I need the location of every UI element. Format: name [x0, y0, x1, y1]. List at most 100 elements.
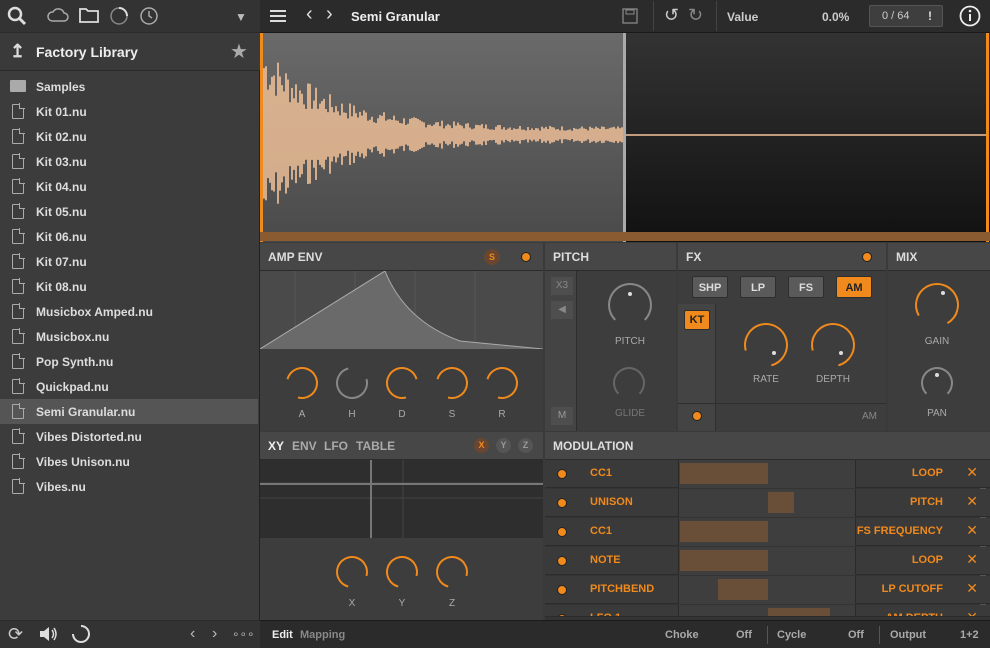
- list-item[interactable]: Quickpad.nu: [0, 374, 258, 399]
- reverse-button[interactable]: ◀: [551, 301, 573, 319]
- back-arrow-icon[interactable]: ↥: [10, 41, 25, 62]
- loop-end-marker[interactable]: [623, 33, 626, 242]
- modulation-row[interactable]: LFO 1 AM DEPTH ✕: [545, 605, 990, 617]
- prev-preset-icon[interactable]: ‹: [306, 3, 313, 26]
- list-item[interactable]: Vibes.nu: [0, 474, 258, 499]
- mod-source[interactable]: PITCHBEND: [590, 583, 654, 595]
- mod-amount-bar[interactable]: [718, 579, 768, 600]
- xy-tab-env[interactable]: ENV: [292, 439, 317, 453]
- pan-knob[interactable]: [921, 367, 953, 399]
- glide-knob[interactable]: [613, 367, 645, 399]
- m-button[interactable]: M: [551, 407, 573, 425]
- mod-source[interactable]: CC1: [590, 525, 612, 537]
- mod-target[interactable]: FS FREQUENCY: [857, 525, 943, 537]
- fx-button-am[interactable]: AM: [836, 276, 872, 298]
- mod-source[interactable]: LFO 1: [590, 612, 621, 616]
- next-icon[interactable]: ›: [212, 625, 217, 643]
- mapping-tab[interactable]: Mapping: [300, 629, 345, 641]
- amp-knob-s[interactable]: [430, 361, 474, 405]
- list-item[interactable]: Pop Synth.nu: [0, 349, 258, 374]
- mod-amount-bar[interactable]: [680, 463, 768, 484]
- amp-knob-h[interactable]: [330, 361, 374, 405]
- mod-target[interactable]: LOOP: [912, 467, 943, 479]
- xy-pad[interactable]: [260, 460, 543, 538]
- prev-icon[interactable]: ‹: [190, 625, 195, 643]
- close-icon[interactable]: ✕: [966, 522, 978, 539]
- playback-range-bar[interactable]: [260, 232, 990, 241]
- mod-amount-bar[interactable]: [768, 608, 830, 616]
- output-value[interactable]: 1+2: [960, 629, 979, 641]
- solo-badge[interactable]: S: [484, 249, 500, 265]
- spinner-icon[interactable]: [108, 6, 130, 28]
- close-icon[interactable]: ✕: [966, 609, 978, 616]
- amp-env-enable-toggle[interactable]: [521, 252, 531, 262]
- clock-icon[interactable]: [138, 6, 160, 28]
- mod-amount-bar[interactable]: [680, 521, 768, 542]
- gain-knob[interactable]: [910, 278, 964, 332]
- xy-tab-table[interactable]: TABLE: [356, 439, 395, 453]
- amp-knob-d[interactable]: [380, 361, 424, 405]
- list-item[interactable]: Kit 08.nu: [0, 274, 258, 299]
- fx-footer-toggle[interactable]: [692, 411, 702, 421]
- close-icon[interactable]: ✕: [966, 551, 978, 568]
- fx-button-shp[interactable]: SHP: [692, 276, 728, 298]
- kt-button[interactable]: KT: [684, 310, 710, 330]
- axis-badge-y[interactable]: Y: [496, 438, 511, 453]
- list-item[interactable]: Kit 07.nu: [0, 249, 258, 274]
- list-item[interactable]: Kit 03.nu: [0, 149, 258, 174]
- modulation-row[interactable]: UNISON PITCH ✕: [545, 489, 990, 517]
- speaker-icon[interactable]: [38, 624, 60, 647]
- refresh-icon[interactable]: ⟳: [8, 624, 23, 645]
- mod-target[interactable]: PITCH: [910, 496, 943, 508]
- fx-enable-toggle[interactable]: [862, 252, 872, 262]
- list-item[interactable]: Kit 04.nu: [0, 174, 258, 199]
- search-icon[interactable]: [6, 6, 28, 28]
- xy-tab-lfo[interactable]: LFO: [324, 439, 348, 453]
- start-marker[interactable]: [260, 33, 263, 242]
- mod-enable-toggle[interactable]: [557, 556, 567, 566]
- mod-enable-toggle[interactable]: [557, 585, 567, 595]
- list-item[interactable]: Kit 06.nu: [0, 224, 258, 249]
- xy-knob-x[interactable]: [330, 550, 374, 594]
- mod-amount-bar[interactable]: [680, 550, 768, 571]
- close-icon[interactable]: ✕: [966, 580, 978, 597]
- mod-target[interactable]: LP CUTOFF: [882, 583, 943, 595]
- xy-knob-y[interactable]: [380, 550, 424, 594]
- choke-value[interactable]: Off: [736, 629, 752, 641]
- dropdown-icon[interactable]: ▼: [230, 6, 252, 28]
- rate-knob[interactable]: [735, 314, 797, 376]
- xy-tab-xy[interactable]: XY: [268, 439, 284, 453]
- edit-tab[interactable]: Edit: [272, 629, 293, 641]
- cycle-value[interactable]: Off: [848, 629, 864, 641]
- envelope-graph[interactable]: [260, 271, 543, 349]
- close-icon[interactable]: ✕: [966, 464, 978, 481]
- mod-source[interactable]: NOTE: [590, 554, 621, 566]
- amp-knob-a[interactable]: [280, 361, 324, 405]
- info-icon[interactable]: [959, 5, 981, 30]
- mod-amount-bar[interactable]: [768, 492, 794, 513]
- fx-button-lp[interactable]: LP: [740, 276, 776, 298]
- undo-icon[interactable]: ↺: [664, 5, 679, 26]
- mod-target[interactable]: LOOP: [912, 554, 943, 566]
- star-icon[interactable]: ★: [230, 39, 248, 64]
- redo-icon[interactable]: ↻: [688, 5, 703, 26]
- list-item[interactable]: Semi Granular.nu: [0, 399, 258, 424]
- close-icon[interactable]: ✕: [966, 493, 978, 510]
- list-item[interactable]: Kit 02.nu: [0, 124, 258, 149]
- mod-enable-toggle[interactable]: [557, 614, 567, 616]
- end-marker[interactable]: [986, 33, 989, 242]
- mod-enable-toggle[interactable]: [557, 527, 567, 537]
- alert-icon[interactable]: !: [928, 9, 932, 23]
- modulation-row[interactable]: CC1 LOOP ✕: [545, 460, 990, 488]
- list-item[interactable]: Vibes Distorted.nu: [0, 424, 258, 449]
- list-item[interactable]: Musicbox Amped.nu: [0, 299, 258, 324]
- cloud-icon[interactable]: [47, 6, 69, 28]
- list-item[interactable]: Samples: [0, 74, 258, 99]
- axis-badge-z[interactable]: Z: [518, 438, 533, 453]
- waveform-display[interactable]: [260, 33, 990, 242]
- depth-knob[interactable]: [802, 314, 864, 376]
- modulation-row[interactable]: NOTE LOOP ✕: [545, 547, 990, 575]
- mod-source[interactable]: CC1: [590, 467, 612, 479]
- mod-source[interactable]: UNISON: [590, 496, 633, 508]
- modulation-row[interactable]: CC1 FS FREQUENCY ✕: [545, 518, 990, 546]
